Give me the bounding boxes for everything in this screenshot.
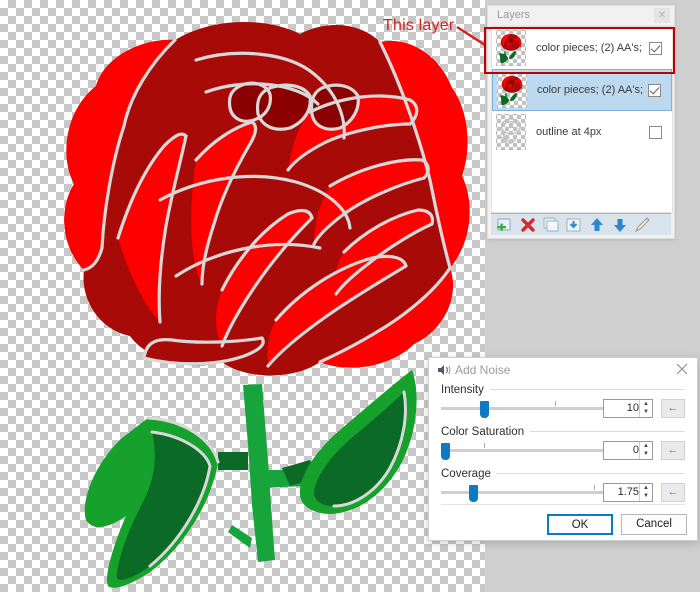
- intensity-field[interactable]: Intensity 10 ▲ ▼ ←: [441, 382, 685, 424]
- intensity-label: Intensity: [441, 383, 484, 396]
- layers-titlebar[interactable]: Layers ✕: [488, 6, 674, 26]
- add-layer-icon[interactable]: [495, 216, 515, 234]
- spinner-down-icon[interactable]: ▼: [640, 450, 652, 458]
- legend-rule: [496, 473, 685, 474]
- layers-list[interactable]: color pieces; (2) AA's; color pieces; (2…: [491, 26, 673, 213]
- duplicate-layer-icon[interactable]: [541, 216, 561, 234]
- reset-color-saturation-button[interactable]: ←: [661, 441, 685, 460]
- coverage-value: 1.75: [617, 486, 639, 498]
- coverage-label: Coverage: [441, 467, 491, 480]
- dialog-title: Add Noise: [455, 363, 511, 377]
- coverage-field[interactable]: Coverage 1.75 ▲ ▼ ←: [441, 466, 685, 508]
- layers-panel-title: Layers: [497, 9, 531, 21]
- dialog-button-bar: OK Cancel: [547, 514, 687, 535]
- spinner-down-icon[interactable]: ▼: [640, 408, 652, 416]
- spinner-buttons[interactable]: ▲ ▼: [639, 400, 652, 417]
- layers-panel[interactable]: Layers ✕ color pieces; (2) AA's; color p…: [487, 5, 675, 239]
- spinner-up-icon[interactable]: ▲: [640, 442, 652, 450]
- close-icon[interactable]: [675, 362, 689, 376]
- rose-artwork: [64, 21, 470, 588]
- color-saturation-value: 0: [632, 444, 639, 456]
- layer-visibility-checkbox[interactable]: [648, 83, 661, 97]
- cancel-button[interactable]: Cancel: [621, 514, 687, 535]
- layer-thumbnail: [497, 72, 527, 108]
- spinner-up-icon[interactable]: ▲: [640, 400, 652, 408]
- move-layer-down-icon[interactable]: [610, 216, 630, 234]
- layer-name: outline at 4px: [536, 126, 602, 138]
- coverage-slider[interactable]: [441, 485, 619, 502]
- reset-coverage-button[interactable]: ←: [661, 483, 685, 502]
- slider-tick: [554, 401, 556, 406]
- field-legend: Color Saturation: [441, 424, 685, 439]
- image-canvas[interactable]: [0, 0, 485, 592]
- color-saturation-spinner[interactable]: 0 ▲ ▼: [603, 441, 653, 460]
- rose-leaf-right: [299, 370, 417, 514]
- slider-tick: [483, 443, 485, 448]
- list-item[interactable]: outline at 4px: [492, 111, 672, 153]
- slider-thumb[interactable]: [469, 485, 479, 502]
- annotation-label: This layer: [383, 17, 455, 34]
- ok-button[interactable]: OK: [547, 514, 613, 535]
- spinner-up-icon[interactable]: ▲: [640, 484, 652, 492]
- move-layer-up-icon[interactable]: [587, 216, 607, 234]
- slider-thumb[interactable]: [441, 443, 450, 460]
- close-icon[interactable]: ✕: [654, 8, 670, 23]
- layer-thumbnail: [496, 30, 526, 66]
- legend-rule: [530, 431, 685, 432]
- layer-properties-icon[interactable]: [633, 216, 653, 234]
- add-noise-dialog[interactable]: Add Noise Intensity 10 ▲ ▼ ← Color Satur…: [428, 357, 698, 541]
- field-legend: Intensity: [441, 382, 685, 397]
- layer-name: color pieces; (2) AA's;: [537, 84, 644, 96]
- layer-visibility-checkbox[interactable]: [649, 41, 662, 55]
- dialog-separator: [441, 504, 685, 505]
- slider-thumb[interactable]: [480, 401, 490, 418]
- legend-rule: [489, 389, 685, 390]
- delete-layer-icon[interactable]: [518, 216, 538, 234]
- field-legend: Coverage: [441, 466, 685, 481]
- color-saturation-label: Color Saturation: [441, 425, 525, 438]
- spinner-buttons[interactable]: ▲ ▼: [639, 484, 652, 501]
- color-saturation-field[interactable]: Color Saturation 0 ▲ ▼ ←: [441, 424, 685, 466]
- spinner-buttons[interactable]: ▲ ▼: [639, 442, 652, 459]
- color-saturation-slider[interactable]: [441, 443, 619, 460]
- layer-visibility-checkbox[interactable]: [649, 125, 662, 139]
- list-item[interactable]: color pieces; (2) AA's;: [492, 69, 672, 111]
- add-noise-icon: [438, 365, 451, 375]
- list-item[interactable]: color pieces; (2) AA's;: [492, 27, 672, 69]
- coverage-spinner[interactable]: 1.75 ▲ ▼: [603, 483, 653, 502]
- layers-toolbar[interactable]: [491, 213, 671, 235]
- merge-layer-down-icon[interactable]: [564, 216, 584, 234]
- spinner-down-icon[interactable]: ▼: [640, 492, 652, 500]
- intensity-spinner[interactable]: 10 ▲ ▼: [603, 399, 653, 418]
- dialog-titlebar[interactable]: Add Noise: [429, 358, 697, 382]
- layer-name: color pieces; (2) AA's;: [536, 42, 643, 54]
- reset-intensity-button[interactable]: ←: [661, 399, 685, 418]
- intensity-slider[interactable]: [441, 401, 619, 418]
- slider-tick: [594, 485, 596, 490]
- rose-stem: [218, 384, 318, 562]
- layer-thumbnail: [496, 114, 526, 150]
- intensity-value: 10: [626, 402, 639, 414]
